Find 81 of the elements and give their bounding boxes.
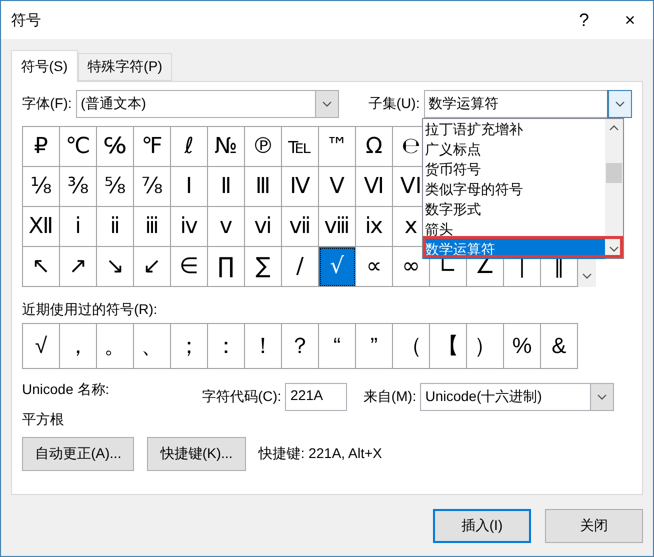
recent-symbol-cell[interactable]: √ bbox=[23, 324, 60, 368]
subset-dropdown[interactable]: 数学运算符 bbox=[424, 90, 632, 118]
recent-symbol-cell[interactable]: & bbox=[541, 324, 578, 368]
recent-symbols-label: 近期使用过的符号(R): bbox=[22, 301, 158, 317]
recent-symbol-cell[interactable]: 【 bbox=[430, 324, 467, 368]
symbol-cell[interactable]: ↘ bbox=[97, 247, 134, 287]
from-label: 来自(M): bbox=[363, 388, 416, 406]
symbol-cell[interactable]: ℉ bbox=[134, 127, 171, 167]
shortcut-text: 快捷键: 221A, Alt+X bbox=[258, 445, 382, 463]
recent-symbol-cell[interactable]: ； bbox=[171, 324, 208, 368]
symbol-cell[interactable]: ↖ bbox=[23, 247, 60, 287]
symbol-cell[interactable]: ⅱ bbox=[97, 207, 134, 247]
recent-symbol-cell[interactable]: “ bbox=[319, 324, 356, 368]
symbol-cell[interactable]: ⅜ bbox=[60, 167, 97, 207]
symbol-cell[interactable]: № bbox=[208, 127, 245, 167]
recent-symbol-cell[interactable]: 、 bbox=[134, 324, 171, 368]
unicode-name-label: Unicode 名称: bbox=[22, 381, 110, 399]
dialog-button[interactable]: 快捷键(K)... bbox=[147, 437, 246, 471]
recent-symbol-cell[interactable]: ？ bbox=[282, 324, 319, 368]
symbol-cell[interactable]: ⅰ bbox=[60, 207, 97, 247]
unicode-name-value: 平方根 bbox=[22, 411, 65, 429]
symbol-cell[interactable]: ℗ bbox=[245, 127, 282, 167]
chevron-down-icon[interactable] bbox=[614, 101, 625, 107]
font-label: 字体(F): bbox=[22, 95, 72, 113]
dialog-button[interactable]: 关闭 bbox=[545, 509, 643, 543]
tab[interactable]: 符号(S) bbox=[11, 50, 78, 82]
symbol-cell[interactable]: ⅳ bbox=[171, 207, 208, 247]
symbol-cell[interactable]: Ⅻ bbox=[23, 207, 60, 247]
symbol-cell[interactable]: Ⅰ bbox=[171, 167, 208, 207]
symbol-cell[interactable]: ⅸ bbox=[356, 207, 393, 247]
recent-symbol-cell[interactable]: 。 bbox=[97, 324, 134, 368]
symbol-cell[interactable]: ⅝ bbox=[97, 167, 134, 207]
symbol-cell[interactable]: Ⅲ bbox=[245, 167, 282, 207]
scrollbar-thumb[interactable] bbox=[606, 163, 622, 183]
recent-symbol-cell[interactable]: ） bbox=[467, 324, 504, 368]
recent-symbol-cell[interactable]: % bbox=[504, 324, 541, 368]
symbol-cell[interactable]: ∏ bbox=[208, 247, 245, 287]
scroll-up-icon[interactable] bbox=[609, 125, 619, 131]
symbol-cell[interactable]: √ bbox=[319, 247, 356, 287]
close-button[interactable]: × bbox=[607, 1, 653, 39]
window-title: 符号 bbox=[11, 10, 42, 30]
symbol-cell[interactable]: ℡ bbox=[282, 127, 319, 167]
symbol-cell[interactable]: Ⅳ bbox=[282, 167, 319, 207]
symbol-cell[interactable]: ∝ bbox=[356, 247, 393, 287]
dialog-button[interactable]: 自动更正(A)... bbox=[22, 437, 134, 471]
symbol-cell[interactable]: ℓ bbox=[171, 127, 208, 167]
scroll-down-icon[interactable] bbox=[582, 273, 592, 279]
symbol-cell[interactable]: ⅵ bbox=[245, 207, 282, 247]
symbol-cell[interactable]: ∈ bbox=[171, 247, 208, 287]
symbol-cell[interactable]: ⅴ bbox=[208, 207, 245, 247]
symbol-cell[interactable]: ℃ bbox=[60, 127, 97, 167]
subset-label: 子集(U): bbox=[368, 95, 420, 113]
chevron-down-icon[interactable] bbox=[322, 101, 332, 107]
symbol-cell[interactable]: ₽ bbox=[23, 127, 60, 167]
symbol-cell[interactable]: ∑ bbox=[245, 247, 282, 287]
symbol-cell[interactable]: ⅛ bbox=[23, 167, 60, 207]
char-code-field[interactable]: 221A bbox=[285, 383, 348, 411]
from-dropdown[interactable]: Unicode(十六进制) bbox=[420, 383, 614, 411]
chevron-down-icon[interactable] bbox=[597, 394, 608, 400]
recent-symbol-cell[interactable]: （ bbox=[393, 324, 430, 368]
scroll-down-icon[interactable] bbox=[609, 246, 619, 252]
recent-symbol-cell[interactable]: ” bbox=[356, 324, 393, 368]
symbol-cell[interactable]: Ⅵ bbox=[356, 167, 393, 207]
recent-symbol-cell[interactable]: ： bbox=[208, 324, 245, 368]
symbol-cell[interactable]: ⅶ bbox=[282, 207, 319, 247]
symbol-cell[interactable]: Ω bbox=[356, 127, 393, 167]
recent-symbol-cell[interactable]: ！ bbox=[245, 324, 282, 368]
tab[interactable]: 特殊字符(P) bbox=[78, 53, 172, 81]
symbol-cell[interactable]: ℅ bbox=[97, 127, 134, 167]
char-code-label: 字符代码(C): bbox=[202, 388, 282, 406]
symbol-cell[interactable]: ™ bbox=[319, 127, 356, 167]
recent-symbol-cell[interactable]: ， bbox=[60, 324, 97, 368]
help-button[interactable]: ? bbox=[561, 1, 607, 39]
dialog-button[interactable]: 插入(I) bbox=[433, 509, 531, 543]
symbol-cell[interactable]: ⅲ bbox=[134, 207, 171, 247]
symbol-cell[interactable]: ⅞ bbox=[134, 167, 171, 207]
font-dropdown[interactable]: (普通文本) bbox=[76, 90, 339, 118]
symbol-cell[interactable]: Ⅱ bbox=[208, 167, 245, 207]
symbol-cell[interactable]: ↙ bbox=[134, 247, 171, 287]
symbol-cell[interactable]: Ⅴ bbox=[319, 167, 356, 207]
symbol-cell[interactable]: ↗ bbox=[60, 247, 97, 287]
